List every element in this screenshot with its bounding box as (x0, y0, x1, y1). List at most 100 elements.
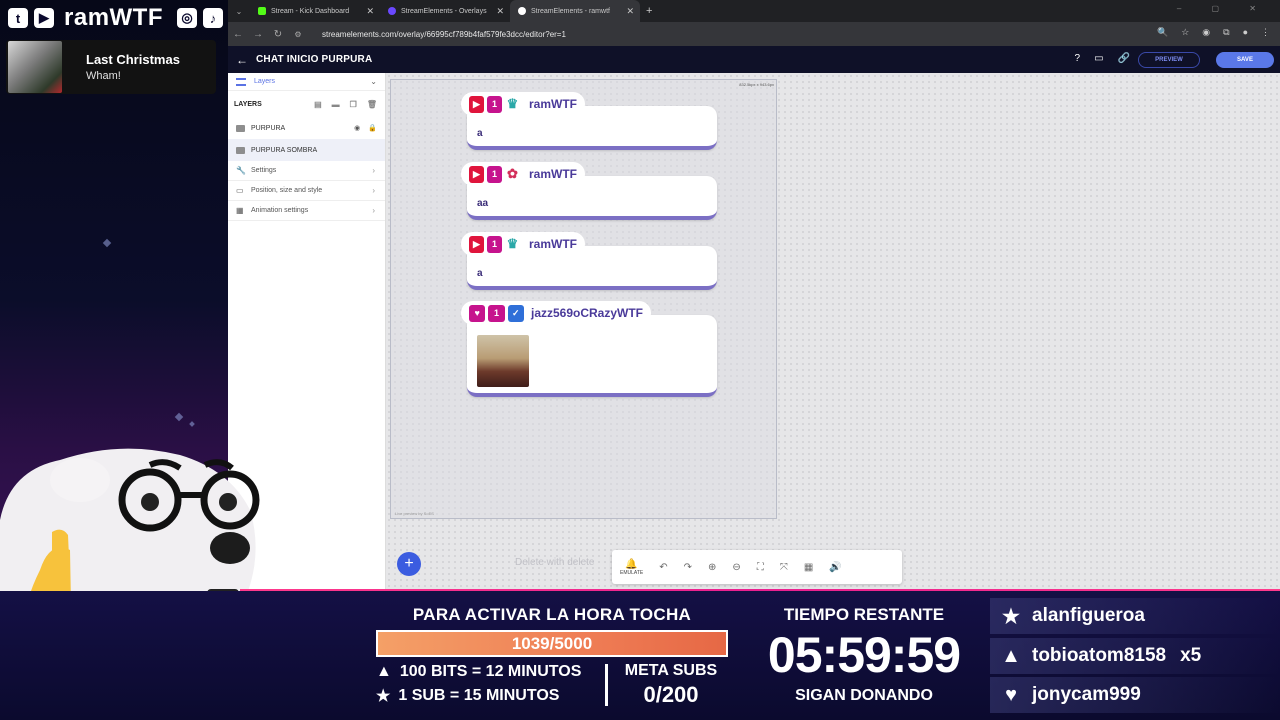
fit-screen-icon[interactable]: ⤧ (780, 562, 788, 573)
layers-icon (236, 77, 246, 86)
preview-button[interactable]: PREVIEW (1138, 52, 1200, 68)
redo-icon[interactable]: ↷ (684, 562, 692, 573)
extension-icon[interactable]: ◉ (1202, 27, 1210, 38)
layers-heading-row: LAYERS ▤ ▬ ❐ 🗑 (228, 91, 385, 117)
extensions-puzzle-icon[interactable]: ⧉ (1223, 27, 1229, 38)
volume-icon[interactable]: 🔊 (829, 562, 841, 573)
chat-message[interactable]: ▶ 1 ♛ ramWTF a (461, 92, 717, 150)
channel-branding: t ▶ ramWTF ◎ ♪ (0, 0, 228, 36)
chat-text: a (477, 128, 483, 139)
camera-badge-icon: ▶ (469, 165, 484, 183)
chat-username: jazz569oCRazyWTF (530, 306, 644, 320)
settings-row[interactable]: 🔧 Settings › (228, 161, 385, 181)
figure-badge-icon: ♛ (506, 96, 519, 111)
sub-goal-label: META SUBS (624, 662, 718, 679)
link-icon[interactable]: 🔗 (1118, 53, 1130, 64)
star-sparkle (174, 412, 184, 422)
layer-item-purpura-sombra[interactable]: PURPURA SOMBRA (228, 139, 385, 161)
star-icon: ★ (376, 688, 391, 705)
chat-message[interactable]: ▶ 1 ✿ ramWTF aa (461, 162, 717, 220)
chat-message-header: ♥ 1 ✓ jazz569oCRazyWTF (461, 301, 651, 325)
zoom-in-icon[interactable]: ⊕ (708, 562, 716, 573)
verified-badge-icon: ✓ (507, 304, 524, 322)
animation-settings-row[interactable]: ▦ Animation settings › (228, 201, 385, 221)
supporter-name: jonycam999 (1032, 684, 1141, 705)
tab-title: StreamElements - Overlays (401, 7, 487, 15)
lock-icon[interactable]: 🔒 (368, 124, 377, 132)
tiktok-icon: ♪ (203, 8, 223, 28)
twitter-icon: t (8, 8, 28, 28)
divider (605, 664, 608, 706)
forward-icon[interactable]: → (248, 29, 268, 40)
window-controls[interactable]: – ▢ ✕ (1177, 4, 1270, 13)
browser-tab-editor[interactable]: StreamElements - ramwtf ✕ (510, 0, 640, 22)
duplicate-icon[interactable]: ❐ (350, 100, 357, 109)
sub-goal-value: 0/200 (643, 682, 699, 707)
chevron-right-icon: › (372, 206, 375, 215)
monitor-icon[interactable]: ▭ (1094, 53, 1103, 64)
visibility-eye-icon[interactable]: ◉ (354, 124, 360, 132)
chat-username: ramWTF (529, 97, 577, 111)
browser-tab-kick[interactable]: Stream - Kick Dashboard ✕ (250, 0, 380, 22)
sub-rule: ★ 1 SUB = 15 MINUTOS (376, 686, 559, 706)
bits-rule-text: 100 BITS = 12 MINUTOS (399, 663, 582, 680)
browser-address-bar: ← → ↻ ⚙ streamelements.com/overlay/66995… (228, 22, 1280, 46)
figure-badge-icon: ♛ (506, 236, 519, 251)
screen: t ▶ ramWTF ◎ ♪ Last Christmas Wham! ⌄ St… (0, 0, 1280, 720)
back-icon[interactable]: ← (228, 29, 248, 40)
subscriber-badge-icon: 1 (487, 235, 502, 253)
layer-name: PURPURA (251, 124, 286, 132)
trash-icon[interactable]: 🗑 (367, 100, 377, 109)
chat-message-header: ▶ 1 ♛ ramWTF (461, 232, 585, 256)
canvas-toolbar: 🔔 EMULATE ↶ ↷ ⊕ ⊖ ⛶ ⤧ ▦ 🔊 (612, 550, 902, 584)
position-size-style-row[interactable]: ▭ Position, size and style › (228, 181, 385, 201)
new-layer-icon[interactable]: ▤ (314, 100, 322, 109)
chat-username: ramWTF (529, 167, 577, 181)
album-art (8, 41, 62, 93)
chat-message[interactable]: ♥ 1 ✓ jazz569oCRazyWTF (461, 301, 717, 397)
help-icon[interactable]: ? (1075, 53, 1081, 64)
url-field[interactable]: streamelements.com/overlay/66995cf789b4f… (322, 30, 566, 39)
profile-avatar-icon[interactable]: ● (1243, 27, 1248, 38)
zoom-icon[interactable]: 🔍 (1157, 27, 1168, 38)
subscriber-badge-icon: 1 (488, 304, 505, 322)
stage-dimensions: 832.5kpx x 943.6px (739, 82, 774, 87)
editor-header: ← CHAT INICIO PURPURA ? ▭ 🔗 PREVIEW SAVE (228, 46, 1280, 73)
back-arrow-icon[interactable]: ← (236, 53, 248, 67)
emulate-button[interactable]: 🔔 EMULATE (620, 559, 643, 576)
site-info-icon[interactable]: ⚙ (288, 30, 308, 39)
menu-kebab-icon[interactable]: ⋮ (1261, 27, 1270, 38)
chat-message-header: ▶ 1 ✿ ramWTF (461, 162, 585, 186)
wrench-icon: 🔧 (236, 166, 246, 175)
layers-heading: LAYERS (234, 100, 262, 108)
folder-icon[interactable]: ▬ (332, 100, 340, 109)
widget-stage[interactable]: 832.5kpx x 943.6px Live preview by SoES … (390, 79, 777, 519)
zoom-out-icon[interactable]: ⊖ (732, 562, 740, 573)
undo-icon[interactable]: ↶ (659, 562, 667, 573)
close-tab-icon[interactable]: ✕ (496, 6, 504, 17)
goal-progress-text: 1039/5000 (511, 633, 593, 653)
layers-tab[interactable]: Layers ⌄ (228, 73, 385, 91)
tab-search-icon[interactable]: ⌄ (228, 7, 250, 16)
goal-title: PARA ACTIVAR LA HORA TOCHA (412, 605, 692, 624)
editor-canvas[interactable]: 832.5kpx x 943.6px Live preview by SoES … (386, 73, 1280, 593)
fullscreen-icon[interactable]: ⛶ (757, 562, 764, 573)
bookmark-star-icon[interactable]: ☆ (1181, 27, 1189, 38)
chat-message[interactable]: ▶ 1 ♛ ramWTF a (461, 232, 717, 290)
new-tab-button[interactable]: + (646, 5, 652, 17)
add-widget-button[interactable]: + (397, 552, 421, 576)
save-button[interactable]: SAVE (1216, 52, 1274, 68)
grid-icon[interactable]: ▦ (804, 562, 813, 573)
camera-badge-icon: ▶ (469, 235, 484, 253)
chevron-right-icon: › (372, 166, 375, 175)
reload-icon[interactable]: ↻ (268, 29, 288, 40)
stage-watermark: Live preview by SoES (395, 511, 434, 516)
layer-name: PURPURA SOMBRA (251, 146, 318, 154)
supporter-multiplier: x5 (1180, 645, 1202, 666)
puppy-emote-image (477, 335, 529, 387)
browser-tab-overlays[interactable]: StreamElements - Overlays ✕ (380, 0, 510, 22)
layer-item-purpura[interactable]: PURPURA ◉ 🔒 (228, 117, 385, 139)
close-tab-icon[interactable]: ✕ (626, 6, 634, 17)
close-tab-icon[interactable]: ✕ (366, 6, 374, 17)
kick-favicon-icon (258, 7, 266, 15)
